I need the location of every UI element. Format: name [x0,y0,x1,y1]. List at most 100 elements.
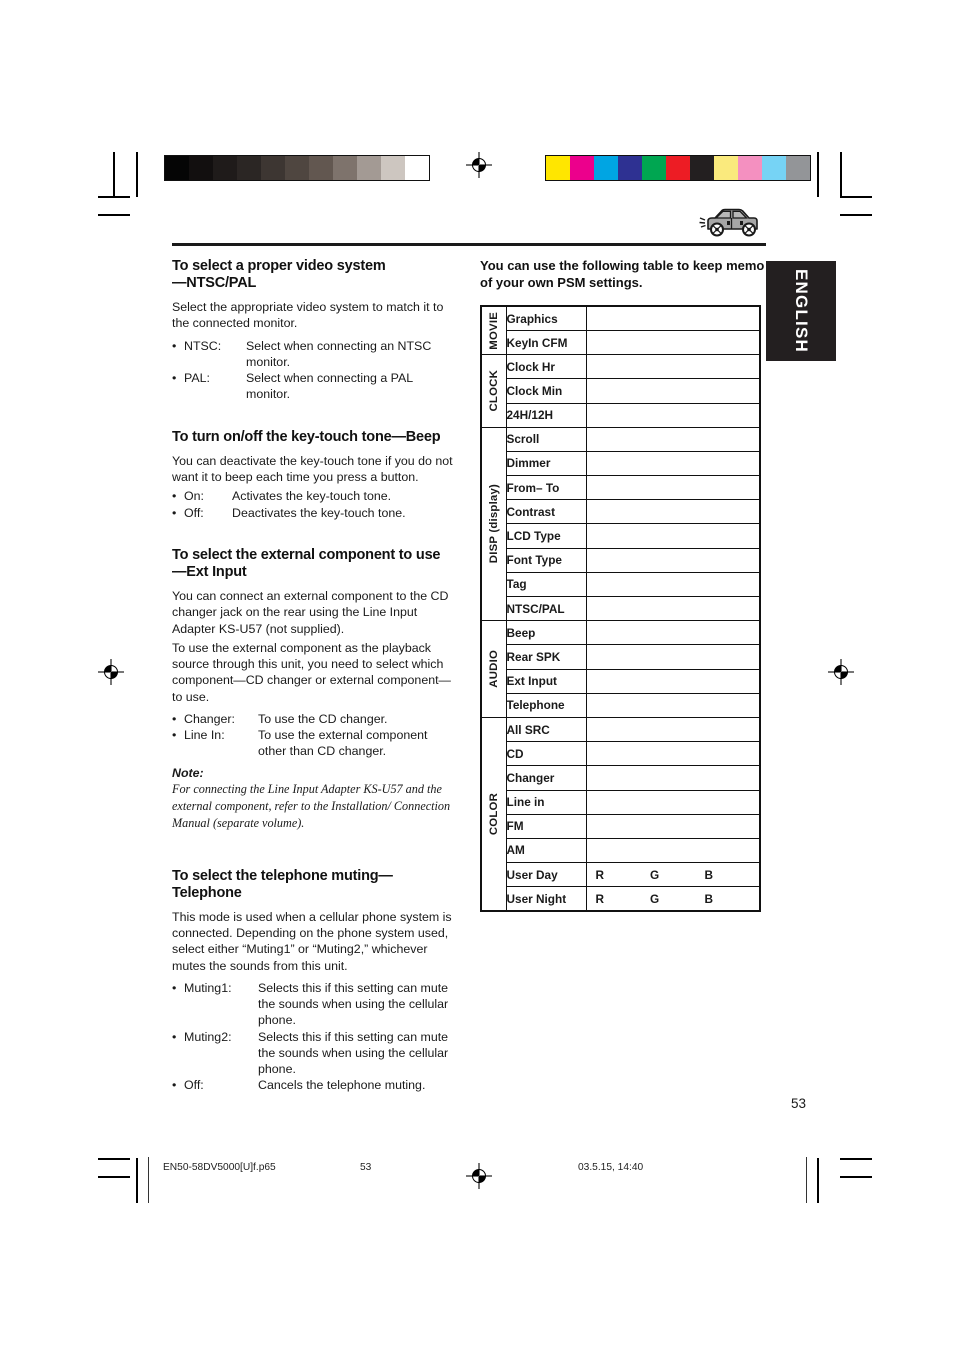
grayscale-calibration-strip [164,155,430,181]
calibration-swatch [333,156,357,180]
bullet-dot: • [172,371,177,386]
registration-mark-left-middle [98,659,124,685]
table-row: Line in [481,789,761,815]
psm-value-cell[interactable] [585,523,761,549]
psm-item-label: 24H/12H [505,402,587,428]
note-label: Note: [172,765,204,780]
calibration-swatch [642,156,666,180]
bullet-list: • On: Activates the key-touch tone. • Of… [172,488,458,521]
table-row: FM [481,813,761,839]
psm-value-cell[interactable] [585,741,761,767]
psm-value-cell[interactable] [585,450,761,477]
psm-item-label: CD [505,741,587,767]
calibration-swatch [786,156,810,180]
psm-value-cell[interactable] [585,426,761,452]
psm-value-cell[interactable] [585,644,761,670]
language-tab-english: ENGLISH [766,261,836,361]
psm-value-cell[interactable] [585,571,761,598]
table-row: LCD Type [481,523,761,549]
psm-value-cell[interactable] [585,789,761,815]
section-key-touch-tone: To turn on/off the key-touch tone—Beep Y… [172,429,458,521]
list-item-desc: Activates the key-touch tone. [232,489,392,504]
table-row: 24H/12H [481,402,761,428]
table-row: NTSC/PAL [481,595,761,622]
calibration-swatch [189,156,213,180]
table-row: Dimmer [481,450,761,477]
psm-value-cell[interactable] [585,499,761,525]
crop-mark-top-left-inner [136,152,138,197]
section-paragraph: To use the external component as the pla… [172,640,451,704]
heading-line-2: Telephone [172,884,242,901]
table-row: MOVIE Graphics [480,305,761,356]
section-paragraph: Select the appropriate video system to m… [172,300,444,331]
table-row: CLOCK Clock Hr [480,354,761,428]
list-item-desc: To use the CD changer. [258,711,388,726]
crop-mark-top-right-horizontal [840,196,872,198]
content-top-rule [172,243,766,246]
crop-mark-bottom-left-lower [98,1176,130,1178]
psm-settings-table: MOVIE Graphics KeyIn CFM CLOCK Clock Hr Clock… [480,305,761,912]
table-row: CD [481,741,761,767]
table-row: User Night R G B [481,886,761,912]
rgb-label: R [595,867,605,882]
psm-value-cell[interactable] [585,475,761,501]
psm-item-label: From– To [505,475,587,501]
psm-value-cell[interactable] [585,305,761,331]
psm-value-cell[interactable] [585,378,761,404]
psm-table-intro: You can use the following table to keep … [480,258,765,290]
rgb-label: B [704,891,714,906]
psm-value-cell[interactable] [585,765,761,791]
crop-mark-bottom-right-horizontal [840,1158,872,1160]
psm-group-label: CLOCK [480,354,507,428]
list-item: • Off: Cancels the telephone muting. [172,1077,458,1093]
list-item-desc: Select when connecting a PAL monitor. [246,371,413,402]
psm-group-label: MOVIE [480,305,507,356]
psm-value-cell[interactable] [585,813,761,839]
psm-item-label: NTSC/PAL [505,595,587,622]
table-row: User Day R G B [481,862,761,888]
calibration-swatch [261,156,285,180]
crop-mark-bottom-right-inner [840,1176,872,1178]
bullet-dot: • [172,338,177,353]
calibration-swatch [165,156,189,180]
section-video-system: To select a proper video system —NTSC/PA… [172,258,458,403]
crop-mark-bottom-right-vertical [817,1158,819,1203]
psm-value-cell[interactable] [585,547,761,573]
psm-item-label: Rear SPK [505,644,587,670]
list-item-desc: Selects this if this setting can mute th… [258,1029,449,1077]
table-row: COLOR All SRC [480,716,761,912]
psm-value-cell[interactable] [585,329,761,356]
psm-value-cell[interactable] [585,595,761,622]
psm-value-cell[interactable] [585,668,761,694]
psm-item-label: Clock Min [505,378,587,404]
crop-mark-top-left-lower [98,214,130,216]
table-row: Changer [481,765,761,791]
psm-value-cell[interactable] [585,402,761,428]
list-item-term: Muting1: [184,980,232,995]
registration-mark-top-center [466,152,492,178]
section-ext-input: To select the external component to use … [172,547,458,833]
psm-group-label: AUDIO [480,620,507,718]
crop-mark-top-left-horizontal [98,196,130,198]
crop-mark-top-right-inner [840,152,842,197]
psm-item-label: Tag [505,571,587,598]
psm-value-cell[interactable] [585,692,761,718]
calibration-swatch [213,156,237,180]
psm-value-cell[interactable] [585,354,761,380]
list-item: • Muting1: Selects this if this setting … [172,980,458,1029]
section-paragraph: This mode is used when a cellular phone … [172,909,452,973]
psm-value-cell[interactable]: RGB [585,886,761,912]
psm-value-cell[interactable] [585,620,761,646]
section-heading: To select the external component to use … [172,547,458,581]
left-column: To select a proper video system —NTSC/PA… [172,258,458,1094]
list-item-term: PAL: [184,371,210,386]
bullet-dot: • [172,728,177,743]
psm-value-cell[interactable]: RGB [585,862,761,888]
psm-value-cell[interactable] [585,716,761,743]
footer-timestamp: 03.5.15, 14:40 [578,1162,644,1173]
psm-value-cell[interactable] [585,837,761,864]
calibration-swatch [714,156,738,180]
heading-line-1: To select a proper video system [172,258,386,274]
